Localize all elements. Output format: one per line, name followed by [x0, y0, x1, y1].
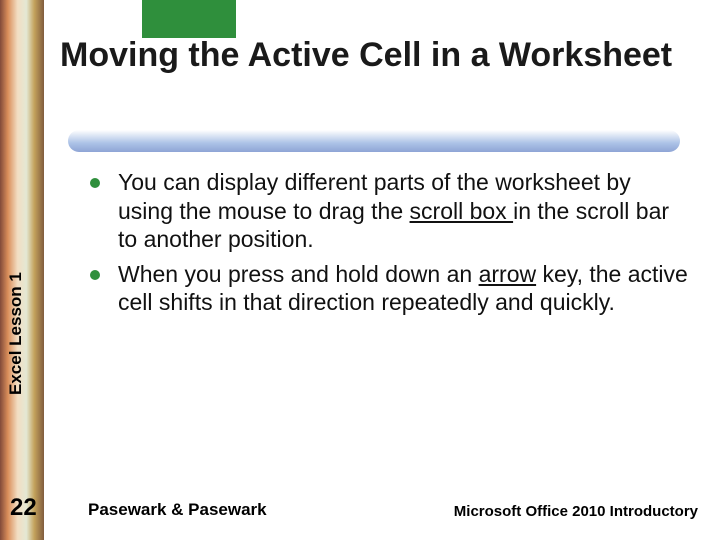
slide: Moving the Active Cell in a Worksheet Yo…	[0, 0, 720, 540]
bullet-text-underline: scroll box	[410, 198, 514, 224]
bullet-item: You can display different parts of the w…	[90, 168, 690, 254]
decorative-left-strip	[0, 0, 44, 540]
accent-bar	[68, 130, 680, 152]
decorative-green-block	[142, 0, 236, 38]
sidebar-label: Excel Lesson 1	[6, 272, 26, 395]
slide-title: Moving the Active Cell in a Worksheet	[60, 36, 690, 74]
bullet-item: When you press and hold down an arrow ke…	[90, 260, 690, 317]
body-bullet-list: You can display different parts of the w…	[90, 168, 690, 323]
bullet-text-pre: When you press and hold down an	[118, 261, 479, 287]
footer-left: Pasewark & Pasewark	[88, 500, 267, 520]
title-area: Moving the Active Cell in a Worksheet	[60, 36, 690, 74]
page-number: 22	[10, 494, 37, 522]
footer-right: Microsoft Office 2010 Introductory	[454, 503, 698, 520]
bullet-text-underline: arrow	[479, 261, 537, 287]
